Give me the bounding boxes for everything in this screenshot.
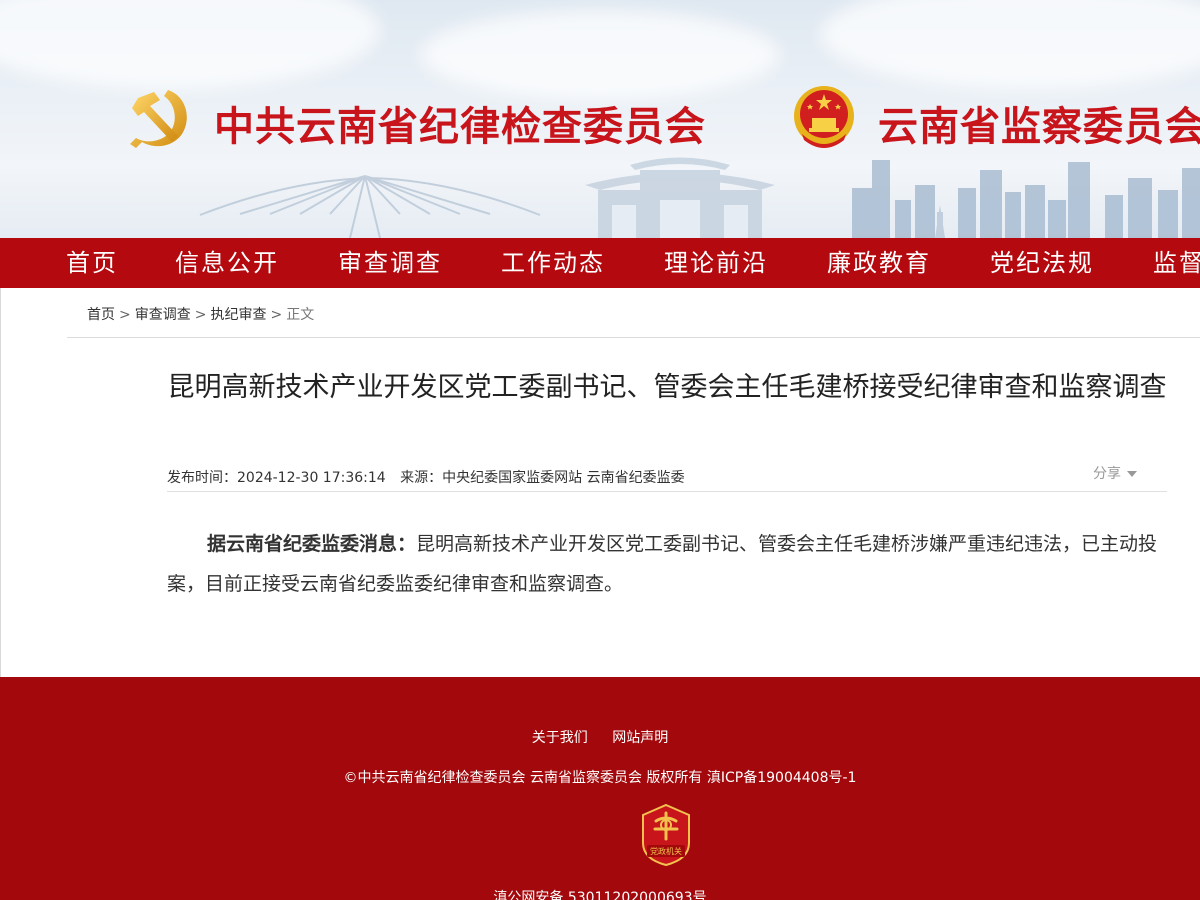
nav-item-theory[interactable]: 理论前沿 [664, 238, 768, 288]
header-banner: 中共云南省纪律检查委员会 云南省监察委员会 [0, 0, 1200, 238]
breadcrumb-current: 正文 [286, 307, 315, 323]
breadcrumb-discipline-review[interactable]: 执纪审查 [210, 307, 266, 323]
supervisory-commission-title: 云南省监察委员会 [878, 104, 1200, 150]
breadcrumb: 首页 > 审查调查 > 执纪审查 > 正文 [87, 304, 314, 324]
nav-item-integrity-education[interactable]: 廉政教育 [827, 238, 931, 288]
main-navigation: 首页 信息公开 审查调查 工作动态 理论前沿 廉政教育 党纪法规 监督 [0, 238, 1200, 288]
source-label: 来源： [400, 470, 443, 486]
share-button[interactable]: 分享 [1093, 463, 1137, 483]
publish-time-value: 2024-12-30 17:36:14 [237, 470, 386, 486]
publish-time: 发布时间：2024-12-30 17:36:14 [167, 470, 386, 486]
meta-divider [167, 491, 1167, 492]
breadcrumb-review-investigation[interactable]: 审查调查 [135, 307, 191, 323]
breadcrumb-home[interactable]: 首页 [87, 307, 115, 323]
caret-down-icon [1127, 471, 1137, 477]
article-source: 来源：中央纪委国家监委网站 云南省纪委监委 [400, 470, 684, 486]
badge-text: 党政机关 [650, 846, 682, 856]
article-title: 昆明高新技术产业开发区党工委副书记、管委会主任毛建桥接受纪律审查和监察调查 [167, 372, 1167, 403]
breadcrumb-separator: > [194, 307, 207, 323]
source-value: 中央纪委国家监委网站 云南省纪委监委 [442, 470, 685, 486]
nav-item-review-investigation[interactable]: 审查调查 [338, 238, 442, 288]
article-meta: 发布时间：2024-12-30 17:36:14 来源：中央纪委国家监委网站 云… [167, 467, 695, 487]
footer-links: 关于我们 网站声明 [0, 727, 1200, 747]
footer-link-statement[interactable]: 网站声明 [612, 730, 668, 746]
breadcrumb-separator: > [119, 307, 131, 323]
breadcrumb-separator: > [270, 307, 283, 323]
breadcrumb-divider [67, 337, 1200, 338]
nav-item-supervision[interactable]: 监督 [1153, 238, 1200, 288]
article-lead: 据云南省纪委监委消息： [207, 533, 417, 555]
share-label: 分享 [1093, 466, 1121, 482]
article-container: 首页 > 审查调查 > 执纪审查 > 正文 昆明高新技术产业开发区党工委副书记、管委会主任毛… [0, 288, 1200, 677]
party-commission-title: 中共云南省纪律检查委员会 [214, 104, 706, 150]
nav-item-work-news[interactable]: 工作动态 [501, 238, 605, 288]
party-emblem-icon [130, 90, 187, 148]
copyright-text: ©中共云南省纪律检查委员会 云南省监察委员会 版权所有 滇ICP备1900440… [343, 770, 857, 786]
government-agency-badge-icon[interactable]: 党政机关 [639, 803, 693, 867]
site-footer: 关于我们 网站声明 ©中共云南省纪律检查委员会 云南省监察委员会 版权所有 滇I… [0, 677, 1200, 900]
nav-item-home[interactable]: 首页 [66, 238, 118, 288]
police-record-text[interactable]: 滇公网安备 53011202000693号 [0, 887, 1200, 900]
article-body: 据云南省纪委监委消息：昆明高新技术产业开发区党工委副书记、管委会主任毛建桥涉嫌严… [167, 524, 1167, 604]
publish-time-label: 发布时间： [167, 470, 237, 486]
nav-item-party-regulations[interactable]: 党纪法规 [990, 238, 1094, 288]
national-emblem-icon [794, 86, 854, 148]
footer-link-about[interactable]: 关于我们 [532, 730, 588, 746]
nav-item-info-disclosure[interactable]: 信息公开 [175, 238, 279, 288]
